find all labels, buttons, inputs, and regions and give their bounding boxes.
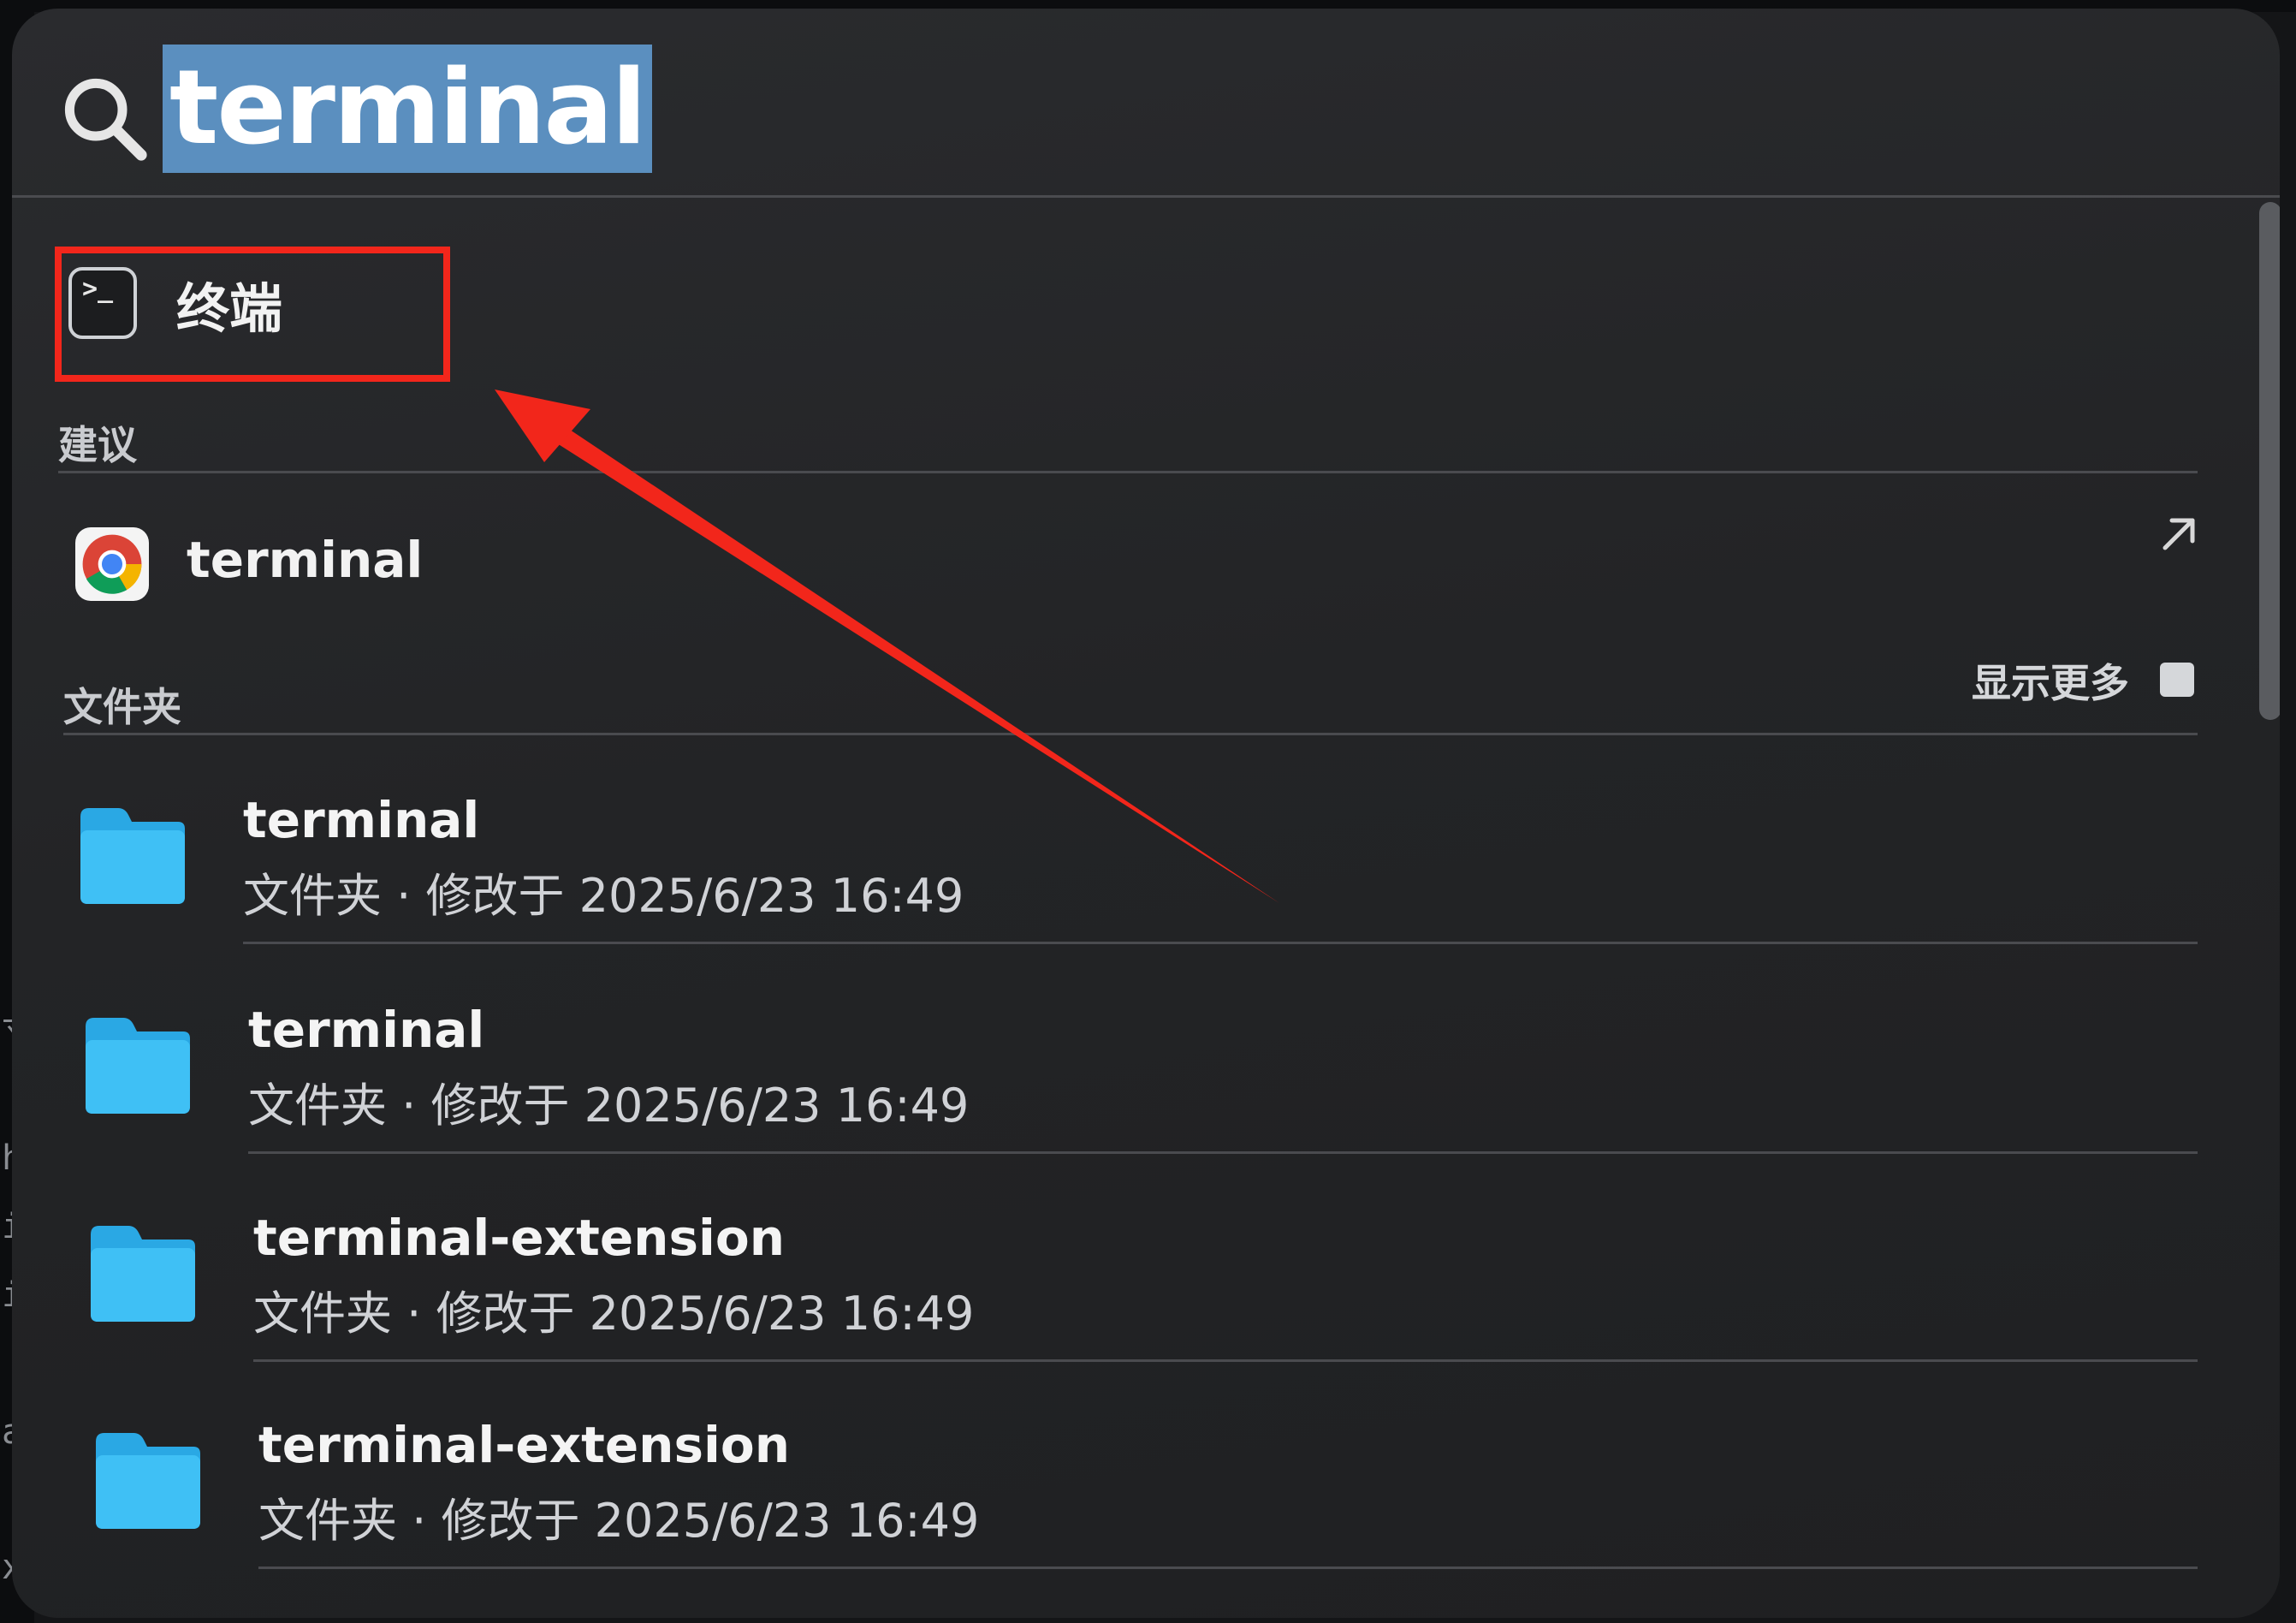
list-item[interactable]: terminal 文件夹 · 修改于 2025/6/23 16:49 <box>12 779 2280 984</box>
folders-divider <box>63 733 2198 735</box>
folder-meta: 文件夹 · 修改于 2025/6/23 16:49 <box>253 1287 975 1341</box>
row-divider <box>258 1567 2198 1569</box>
folder-meta: 文件夹 · 修改于 2025/6/23 16:49 <box>258 1494 980 1548</box>
spotlight-panel: terminal >_ 终端 建议 terminal 文件夹 显示更多 term… <box>12 9 2280 1618</box>
highlight-box <box>55 247 450 382</box>
list-item[interactable]: terminal-extension 文件夹 · 修改于 2025/6/23 1… <box>12 1197 2280 1402</box>
suggestion-label: terminal <box>187 531 424 589</box>
suggestions-divider <box>58 471 2198 473</box>
list-item[interactable]: terminal-extension 文件夹 · 修改于 2025/6/23 1… <box>12 1404 2280 1609</box>
folder-name: terminal-extension <box>258 1416 791 1474</box>
folder-meta: 文件夹 · 修改于 2025/6/23 16:49 <box>243 869 964 923</box>
chrome-icon <box>75 527 149 601</box>
list-item[interactable]: terminal 文件夹 · 修改于 2025/6/23 16:49 <box>12 989 2280 1194</box>
row-divider <box>243 942 2198 944</box>
folder-icon <box>86 1018 190 1114</box>
folders-heading: 文件夹 <box>63 684 181 730</box>
folder-icon <box>91 1226 195 1322</box>
folder-name: terminal <box>248 1001 485 1059</box>
row-divider <box>253 1359 2198 1362</box>
show-more-icon[interactable] <box>2160 663 2194 697</box>
search-icon <box>64 78 147 161</box>
row-divider <box>248 1151 2198 1154</box>
folder-meta: 文件夹 · 修改于 2025/6/23 16:49 <box>248 1079 970 1133</box>
search-divider <box>12 195 2280 198</box>
open-arrow-icon[interactable] <box>2158 514 2199 555</box>
show-more-button[interactable]: 显示更多 <box>1972 652 2129 709</box>
scrollbar[interactable] <box>2259 202 2280 720</box>
search-bar[interactable]: terminal <box>12 9 2280 193</box>
folder-icon <box>80 808 185 904</box>
folder-name: terminal-extension <box>253 1209 786 1267</box>
folder-icon <box>96 1433 200 1529</box>
folder-name: terminal <box>243 791 480 849</box>
suggestions-heading: 建议 <box>58 422 137 468</box>
search-input[interactable]: terminal <box>163 45 652 173</box>
